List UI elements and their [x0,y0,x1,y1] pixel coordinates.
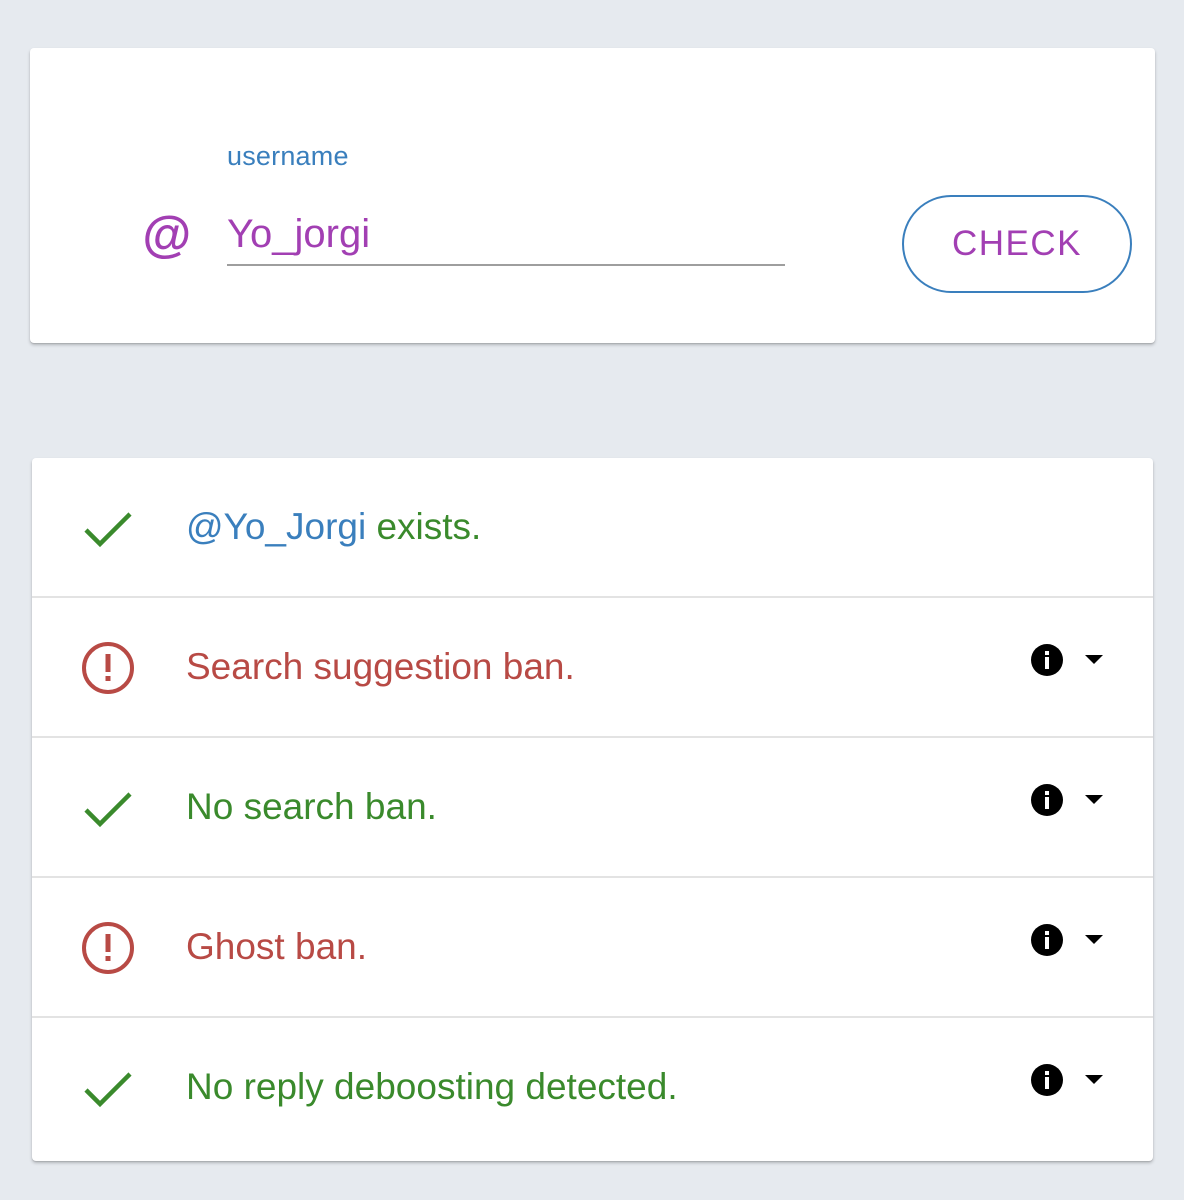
check-icon [84,792,132,828]
result-text-exists: @Yo_Jorgi exists. [186,502,481,552]
info-icon[interactable] [1030,1063,1064,1097]
result-row-exists: @Yo_Jorgi exists. [32,458,1153,598]
chevron-down-icon[interactable] [1085,933,1103,945]
check-icon [84,512,132,548]
result-row-reply-deboosting: No reply deboosting detected. [32,1018,1153,1158]
check-button[interactable]: CHECK [902,195,1132,293]
info-icon[interactable] [1030,643,1064,677]
alert-circle-icon [82,642,134,694]
result-text: Ghost ban. [186,926,368,967]
username-field-label: username [227,141,349,171]
result-row-search-suggestion-ban: Search suggestion ban. [32,598,1153,738]
username-search-card: @ username CHECK [30,48,1155,343]
result-text: Search suggestion ban. [186,646,575,687]
chevron-down-icon[interactable] [1085,1073,1103,1085]
info-icon[interactable] [1030,783,1064,817]
chevron-down-icon[interactable] [1085,793,1103,805]
check-icon [84,1072,132,1108]
username-input[interactable] [227,204,785,266]
chevron-down-icon[interactable] [1085,653,1103,665]
result-label: exists. [366,506,482,547]
result-row-search-ban: No search ban. [32,738,1153,878]
alert-circle-icon [82,922,134,974]
result-row-ghost-ban: Ghost ban. [32,878,1153,1018]
info-icon[interactable] [1030,923,1064,957]
results-card: @Yo_Jorgi exists. Search suggestion ban.… [32,458,1153,1161]
username-mention: @Yo_Jorgi [186,506,367,547]
result-text: No search ban. [186,786,437,827]
at-sign-icon: @ [141,207,191,263]
result-text: No reply deboosting detected. [186,1066,678,1107]
